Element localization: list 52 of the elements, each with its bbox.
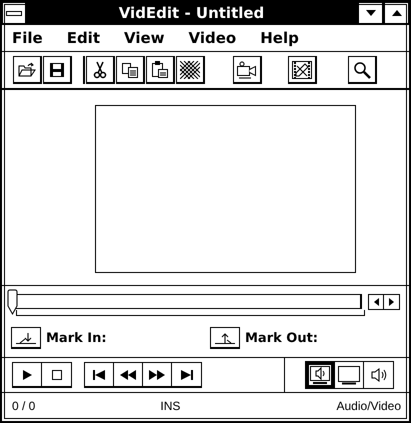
copy-icon bbox=[121, 62, 139, 78]
menu-item[interactable]: Edit bbox=[66, 29, 100, 47]
paste-button[interactable] bbox=[146, 56, 175, 84]
monitor-speaker-icon bbox=[309, 365, 331, 385]
play-icon bbox=[22, 370, 32, 380]
stop-icon bbox=[52, 370, 62, 380]
rewind-icon bbox=[120, 370, 136, 380]
view-mode-button[interactable] bbox=[306, 362, 335, 388]
scissors-icon bbox=[93, 60, 107, 78]
copy-button[interactable] bbox=[116, 56, 145, 84]
system-menu-button[interactable] bbox=[2, 2, 26, 24]
window-title: VidEdit - Untitled bbox=[118, 4, 266, 22]
open-button[interactable] bbox=[13, 56, 42, 84]
view-mode-button[interactable] bbox=[335, 362, 364, 388]
mark-button[interactable] bbox=[210, 327, 240, 349]
fast-forward-icon bbox=[149, 370, 165, 380]
slider-thumb[interactable] bbox=[7, 289, 18, 315]
monitor-icon bbox=[337, 365, 361, 385]
film-frame-icon bbox=[291, 60, 313, 80]
maximize-button[interactable] bbox=[384, 2, 409, 24]
skip-forward-icon bbox=[180, 370, 192, 380]
mark-label: Mark Out: bbox=[245, 330, 318, 346]
search-button[interactable] bbox=[348, 56, 377, 84]
speaker-icon bbox=[370, 368, 386, 382]
scrub-slider[interactable] bbox=[7, 289, 362, 315]
left-triangle-icon bbox=[374, 298, 378, 306]
search-icon bbox=[353, 60, 371, 78]
frame-position: 0 / 0 bbox=[12, 398, 36, 412]
minimize-button[interactable] bbox=[358, 2, 383, 24]
clipboard-icon bbox=[151, 60, 169, 78]
menu-item[interactable]: File bbox=[12, 29, 43, 47]
menu-item[interactable]: View bbox=[124, 29, 165, 47]
up-triangle-icon bbox=[392, 10, 402, 16]
track-mode: Audio/Video bbox=[336, 398, 401, 412]
cut-button[interactable] bbox=[86, 56, 115, 84]
mark-in-icon bbox=[16, 332, 36, 344]
capture-button[interactable] bbox=[233, 56, 262, 84]
menu-item[interactable]: Video bbox=[188, 29, 236, 47]
menu-item[interactable]: Help bbox=[260, 29, 299, 47]
mark-button[interactable] bbox=[11, 327, 41, 349]
save-button[interactable] bbox=[43, 56, 72, 84]
hatch-button[interactable] bbox=[176, 56, 205, 84]
film-edit-button[interactable] bbox=[288, 56, 317, 84]
down-triangle-icon bbox=[366, 10, 376, 16]
insert-mode: INS bbox=[160, 398, 180, 412]
right-triangle-icon bbox=[389, 298, 394, 306]
open-folder-icon bbox=[18, 62, 36, 78]
mark-label: Mark In: bbox=[46, 330, 107, 346]
crosshatch-icon bbox=[180, 60, 200, 78]
skip-back-icon bbox=[93, 370, 105, 380]
video-camera-icon bbox=[236, 60, 258, 78]
mark-out-icon bbox=[215, 332, 235, 344]
